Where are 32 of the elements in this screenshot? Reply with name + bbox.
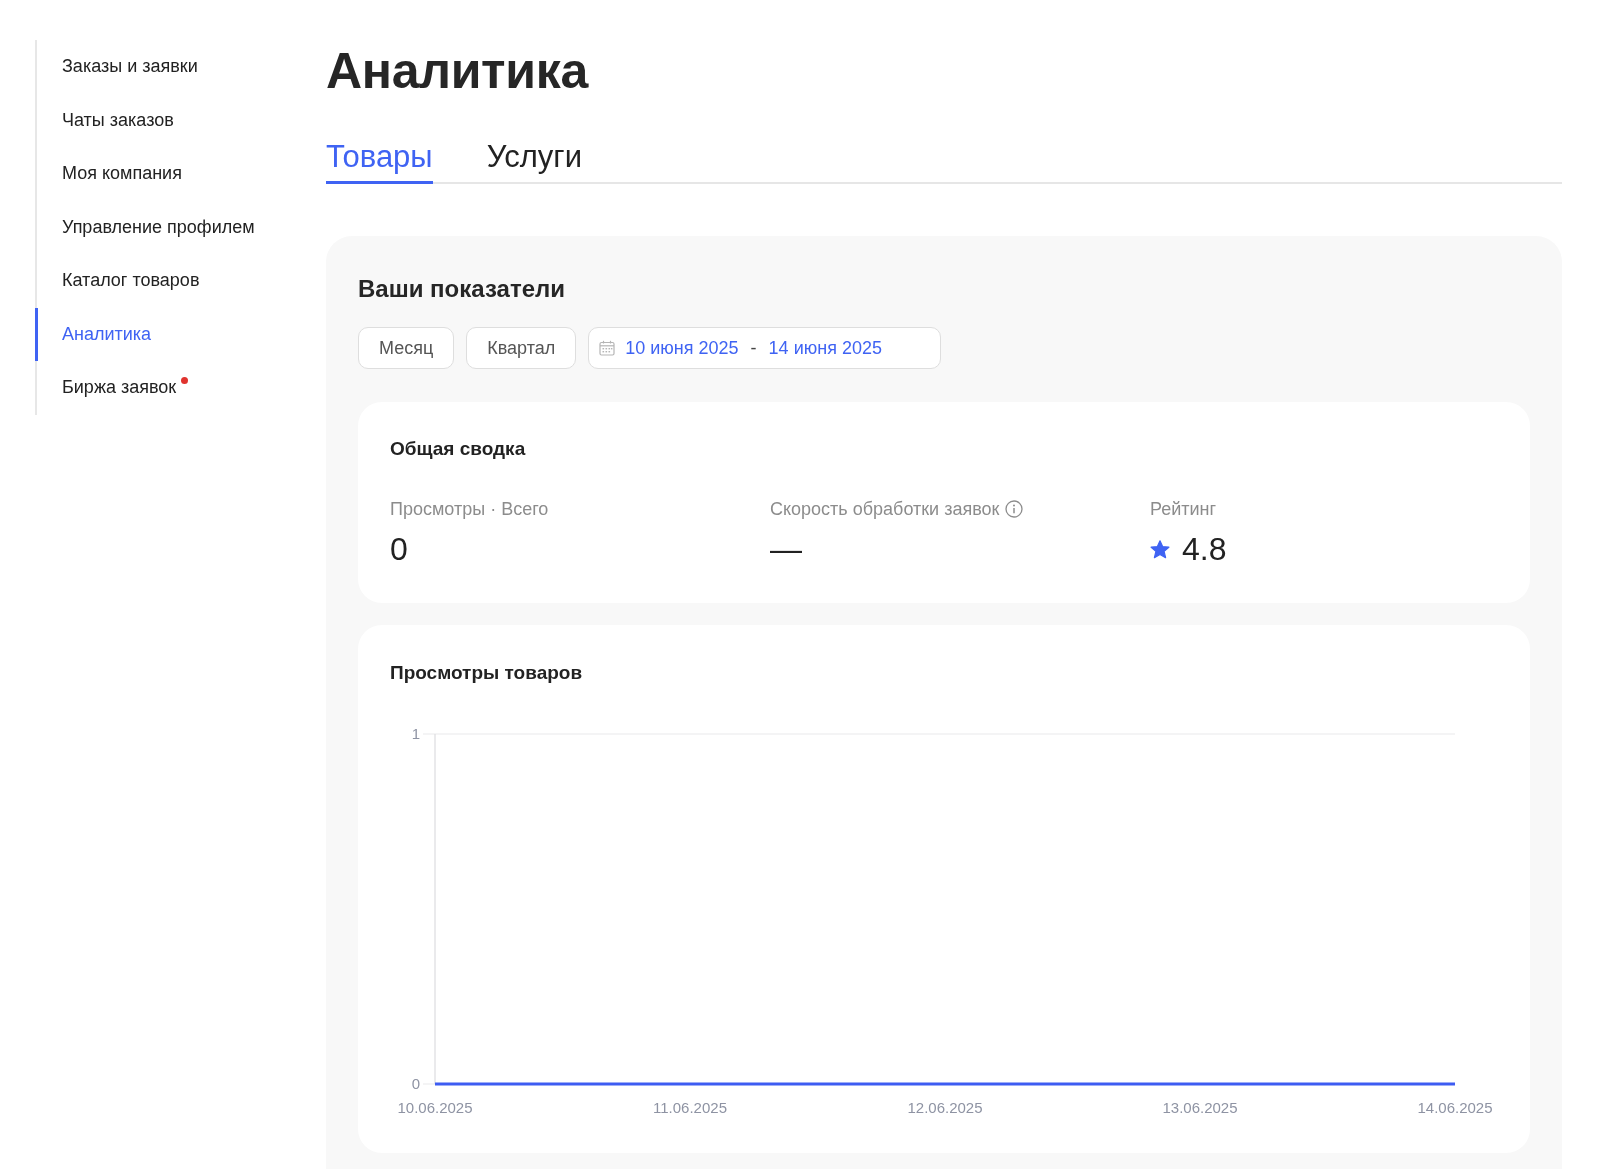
- card-title: Общая сводка: [390, 437, 527, 461]
- x-axis-label: 10.06.2025: [397, 1099, 473, 1116]
- metric-label: Рейтинг: [1150, 498, 1217, 520]
- panel-title: Ваши показатели: [358, 274, 566, 304]
- metric-value: —: [770, 530, 802, 569]
- calendar-icon: [599, 340, 616, 356]
- star-icon: [1150, 539, 1170, 559]
- period-button[interactable]: Месяц: [358, 327, 455, 369]
- tab[interactable]: Услуги: [486, 138, 582, 184]
- page-title: Аналитика: [326, 42, 590, 101]
- x-axis-label: 12.06.2025: [907, 1099, 983, 1116]
- metric-label: Скорость обработки заявок: [770, 498, 1000, 520]
- date-range-field[interactable]: 10 июня 2025 - 14 июня 2025: [588, 327, 942, 369]
- card-title: Просмотры товаров: [390, 661, 584, 685]
- info-icon[interactable]: [1005, 500, 1024, 518]
- y-axis-label: 0: [411, 1075, 420, 1092]
- x-axis-label: 11.06.2025: [653, 1099, 727, 1116]
- sidebar-item[interactable]: Заказы и заявки: [35, 40, 198, 94]
- x-axis-label: 14.06.2025: [1417, 1099, 1493, 1116]
- period-button[interactable]: Квартал: [466, 327, 577, 369]
- metric-value: 4.8: [1182, 530, 1227, 569]
- sidebar-item[interactable]: Управление профилем: [35, 200, 255, 254]
- sidebar-item[interactable]: Моя компания: [35, 147, 182, 201]
- tab[interactable]: Товары: [326, 138, 433, 184]
- sidebar-item[interactable]: Каталог товаров: [35, 254, 200, 308]
- y-axis-label: 1: [411, 725, 420, 742]
- x-axis-label: 13.06.2025: [1162, 1099, 1238, 1116]
- metric-label: Просмотры · Всего: [390, 498, 549, 520]
- sidebar-item[interactable]: Биржа заявок: [35, 361, 189, 415]
- metric-value: 0: [390, 530, 408, 569]
- sidebar-item[interactable]: Аналитика: [35, 307, 152, 361]
- sidebar-item[interactable]: Чаты заказов: [35, 93, 174, 147]
